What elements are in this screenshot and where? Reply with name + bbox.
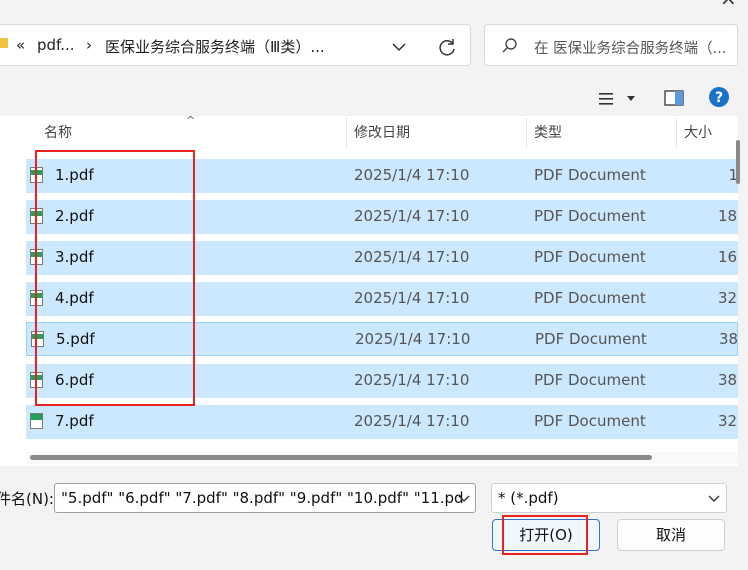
- horizontal-scrollbar[interactable]: [30, 455, 652, 460]
- pdf-file-icon: [30, 208, 43, 224]
- file-size: 18: [718, 207, 738, 225]
- file-type: PDF Document: [534, 412, 646, 430]
- file-size: 16: [718, 248, 738, 266]
- vertical-scrollbar[interactable]: [736, 140, 740, 184]
- close-window-button[interactable]: ×: [720, 0, 737, 10]
- file-name-label: 件名(N):: [0, 490, 54, 508]
- file-row[interactable]: 7.pdf 2025/1/4 17:10 PDF Document 32: [26, 405, 738, 439]
- file-date: 2025/1/4 17:10: [354, 248, 470, 266]
- file-type: PDF Document: [534, 207, 646, 225]
- file-name: 6.pdf: [55, 371, 94, 389]
- breadcrumb-item-pdf[interactable]: pdf...: [37, 36, 75, 54]
- column-header-type[interactable]: 类型: [534, 116, 562, 150]
- file-date: 2025/1/4 17:10: [354, 166, 470, 184]
- file-type: PDF Document: [534, 166, 646, 184]
- search-input[interactable]: 在 医保业务综合服务终端（...: [534, 37, 726, 58]
- refresh-icon[interactable]: [436, 36, 458, 58]
- chevron-down-icon[interactable]: [706, 490, 722, 506]
- file-size: 32: [718, 289, 738, 307]
- view-menu-icon[interactable]: [598, 90, 638, 108]
- column-header-size[interactable]: 大小: [684, 116, 712, 150]
- file-date: 2025/1/4 17:10: [354, 289, 470, 307]
- file-date: 2025/1/4 17:10: [355, 330, 471, 348]
- file-row[interactable]: 3.pdf 2025/1/4 17:10 PDF Document 16: [26, 241, 738, 275]
- cancel-button[interactable]: 取消: [617, 519, 725, 551]
- breadcrumb-item-current[interactable]: 医保业务综合服务终端（Ⅲ类）...: [105, 36, 325, 57]
- breadcrumb-overflow[interactable]: «: [16, 36, 25, 54]
- file-name: 7.pdf: [55, 412, 94, 430]
- file-name: 3.pdf: [55, 248, 94, 266]
- folder-icon: [0, 38, 8, 48]
- file-size: 38: [718, 371, 738, 389]
- file-type-filter[interactable]: * (*.pdf): [491, 483, 727, 513]
- file-name: 2.pdf: [55, 207, 94, 225]
- file-size: 32: [718, 412, 738, 430]
- file-name: 4.pdf: [55, 289, 94, 307]
- chevron-down-icon[interactable]: [456, 490, 472, 506]
- file-row[interactable]: 4.pdf 2025/1/4 17:10 PDF Document 32: [26, 282, 738, 316]
- svg-text:?: ?: [715, 90, 723, 106]
- breadcrumb-separator: ›: [86, 36, 92, 54]
- column-header-modified[interactable]: 修改日期: [354, 116, 410, 150]
- file-name: 1.pdf: [55, 166, 94, 184]
- help-icon[interactable]: ?: [708, 86, 730, 108]
- file-type: PDF Document: [535, 330, 647, 348]
- column-divider[interactable]: [526, 118, 527, 148]
- file-type: PDF Document: [534, 248, 646, 266]
- file-date: 2025/1/4 17:10: [354, 412, 470, 430]
- column-divider[interactable]: [346, 118, 347, 148]
- file-date: 2025/1/4 17:10: [354, 371, 470, 389]
- pdf-file-icon: [30, 249, 43, 265]
- pdf-file-icon: [30, 372, 43, 388]
- file-row[interactable]: 1.pdf 2025/1/4 17:10 PDF Document 1: [26, 159, 738, 193]
- file-name: 5.pdf: [56, 330, 95, 348]
- file-size: 1: [728, 166, 738, 184]
- column-header-name[interactable]: 名称: [44, 116, 72, 150]
- sort-ascending-icon: ^: [186, 114, 196, 127]
- pdf-file-icon: [30, 413, 43, 429]
- search-icon: [502, 38, 517, 53]
- preview-pane-icon[interactable]: [664, 90, 684, 106]
- file-row[interactable]: 5.pdf 2025/1/4 17:10 PDF Document 38: [26, 322, 738, 356]
- file-type: PDF Document: [534, 289, 646, 307]
- file-date: 2025/1/4 17:10: [354, 207, 470, 225]
- chevron-down-icon[interactable]: [390, 38, 408, 56]
- column-divider[interactable]: [676, 118, 677, 148]
- file-type: PDF Document: [534, 371, 646, 389]
- file-row[interactable]: 2.pdf 2025/1/4 17:10 PDF Document 18: [26, 200, 738, 234]
- file-row[interactable]: 6.pdf 2025/1/4 17:10 PDF Document 38: [26, 364, 738, 398]
- pdf-file-icon: [31, 331, 44, 347]
- file-size: 38: [719, 330, 739, 348]
- open-button[interactable]: 打开(O): [492, 519, 600, 551]
- file-name-input[interactable]: "5.pdf" "6.pdf" "7.pdf" "8.pdf" "9.pdf" …: [54, 483, 476, 513]
- pdf-file-icon: [30, 167, 43, 183]
- pdf-file-icon: [30, 290, 43, 306]
